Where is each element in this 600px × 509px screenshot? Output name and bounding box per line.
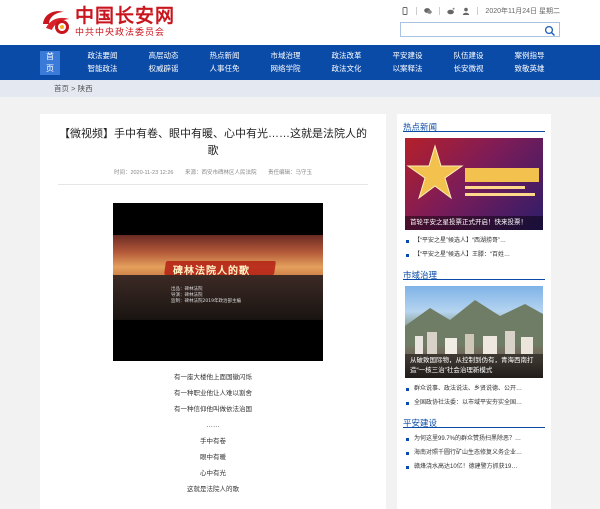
- nav-item-zhengfa-gaige[interactable]: 政法改革: [316, 51, 377, 61]
- site-logo[interactable]: 中国长安网 中共中央政法委员会: [40, 6, 175, 38]
- divider: [58, 184, 368, 185]
- city-governance-caption[interactable]: 从破致国际物，从控制到伪有，青海西南打造“一核三治”社会治理新模式: [405, 354, 543, 378]
- article-body: 有一座大楼他上面国徽闪烁 有一种职业他让人难以割舍 有一种信仰他叫做依法治国 ……: [40, 370, 386, 498]
- breadcrumb-separator: >: [71, 84, 76, 93]
- article-editor: 责任编辑：马守玉: [268, 170, 313, 176]
- nav-item-yian-shifa[interactable]: 以案释法: [377, 64, 438, 74]
- hot-news-list: 【“平安之星”候选人】“西湖捞哥”… 【“平安之星”候选人】王滕：“百姓…: [405, 234, 543, 262]
- city-governance-list: 群众说事、政法说法、乡贤说德、公开… 全国政协社法委：以市域平安夯实全国…: [405, 382, 543, 410]
- weibo-icon[interactable]: [447, 7, 456, 15]
- nav-item-zhengfa-yaowen[interactable]: 政法要闻: [72, 51, 133, 61]
- nav-item-renshi-renmian[interactable]: 人事任免: [194, 64, 255, 74]
- logo-title: 中国长安网: [75, 5, 176, 27]
- nav-item-pingan-jianshe[interactable]: 平安建设: [377, 51, 438, 61]
- article-panel: 【微视频】手中有卷、眼中有暖、心中有光……这就是法院人的歌 时间：2020-11…: [40, 114, 386, 509]
- nav-item-zhineng-zhengfa[interactable]: 智能政法: [72, 64, 133, 74]
- main-nav: 首 页 政法要闻 高层动态 热点新闻 市域治理 政法改革 平安建设 队伍建设 案…: [0, 45, 600, 80]
- body-line: 手中有卷: [200, 438, 226, 445]
- current-date: 2020年11月24日 星期二: [485, 8, 560, 15]
- logo-emblem-icon: [40, 6, 72, 38]
- nav-item-anli-zhidao[interactable]: 案例指导: [499, 51, 560, 61]
- article-title: 【微视频】手中有卷、眼中有暖、心中有光……这就是法院人的歌: [59, 128, 367, 157]
- list-item[interactable]: 赣烽浇水高达10亿！德建警方抓获19…: [405, 460, 543, 474]
- nav-item-zhengfa-wenhua[interactable]: 政法文化: [316, 64, 377, 74]
- list-item[interactable]: 全国政协社法委：以市域平安夯实全国…: [405, 396, 543, 410]
- sidebar-heading-city-governance[interactable]: 市域治理: [403, 262, 545, 280]
- video-credits: 出品：碑林法院 导演：碑林法院 监制：碑林法院2019年政治部主编: [171, 287, 241, 304]
- nav-home[interactable]: 首 页: [40, 51, 60, 75]
- nav-item-zhijing-yingxiong[interactable]: 致敬英雄: [499, 64, 560, 74]
- search-icon[interactable]: [544, 24, 556, 36]
- sidebar-heading-safety-building[interactable]: 平安建设: [403, 410, 545, 428]
- article-time: 时间：2020-11-23 12:26: [113, 170, 174, 176]
- list-item[interactable]: 群众说事、政法说法、乡贤说德、公开…: [405, 382, 543, 396]
- breadcrumb: 首页 > 陕西: [0, 80, 600, 97]
- nav-item-quanwei-piyao[interactable]: 权威辟谣: [133, 64, 194, 74]
- nav-item-changan-weishi[interactable]: 长安微视: [438, 64, 499, 74]
- video-banner-text: 碑林法院人的歌: [173, 266, 250, 277]
- body-line: 有一种职业他让人难以割舍: [174, 390, 252, 397]
- body-line: 眼中有暖: [200, 454, 226, 461]
- list-item[interactable]: 海南对照千圆行矿山生态修复义务企业…: [405, 446, 543, 460]
- body-line: 有一种信仰他叫做依法治国: [174, 406, 252, 413]
- sidebar: 热点新闻 首轮平安之星投票正式开启！快来投票！ 【“平安之星”候选人】“西湖捞哥…: [397, 114, 551, 509]
- article-source: 来源：西安市碑林区人民法院: [185, 170, 257, 176]
- list-item[interactable]: 为何这里99.7%的群众赞扬扫黑除恶？…: [405, 432, 543, 446]
- mobile-icon[interactable]: [401, 7, 409, 15]
- logo-subtitle: 中共中央政法委员会: [75, 27, 166, 37]
- site-header: 中国长安网 中共中央政法委员会 2020年11月24日 星期二: [0, 0, 600, 45]
- body-line: 这就是法院人的歌: [187, 486, 239, 493]
- breadcrumb-home[interactable]: 首页: [54, 84, 69, 93]
- nav-item-redian-xinwen[interactable]: 热点新闻: [194, 51, 255, 61]
- safety-building-list: 为何这里99.7%的群众赞扬扫黑除恶？… 海南对照千圆行矿山生态修复义务企业… …: [405, 432, 543, 474]
- hot-news-caption[interactable]: 首轮平安之星投票正式开启！快来投票！: [405, 216, 543, 230]
- nav-item-duiwu-jianshe[interactable]: 队伍建设: [438, 51, 499, 61]
- hot-news-thumbnail[interactable]: 首轮平安之星投票正式开启！快来投票！: [405, 138, 543, 230]
- list-item[interactable]: 【“平安之星”候选人】王滕：“百姓…: [405, 248, 543, 262]
- nav-links: 政法要闻 高层动态 热点新闻 市域治理 政法改革 平安建设 队伍建设 案例指导 …: [72, 51, 560, 74]
- top-toolbar: 2020年11月24日 星期二: [401, 6, 560, 16]
- breadcrumb-current[interactable]: 陕西: [78, 84, 93, 93]
- video-player[interactable]: 碑林法院人的歌 出品：碑林法院 导演：碑林法院 监制：碑林法院2019年政治部主…: [113, 203, 323, 361]
- wechat-icon[interactable]: [424, 7, 433, 15]
- nav-item-gaoceng-dongtai[interactable]: 高层动态: [133, 51, 194, 61]
- body-line: 心中有光: [200, 470, 226, 477]
- user-icon[interactable]: [462, 7, 470, 15]
- city-governance-thumbnail[interactable]: 从破致国际物，从控制到伪有，青海西南打造“一核三治”社会治理新模式: [405, 286, 543, 378]
- sidebar-heading-hot-news[interactable]: 热点新闻: [403, 114, 545, 132]
- nav-item-shiyu-zhili[interactable]: 市域治理: [255, 51, 316, 61]
- search-box[interactable]: [400, 22, 560, 37]
- article-meta: 时间：2020-11-23 12:26 来源：西安市碑林区人民法院 责任编辑：马…: [40, 168, 386, 176]
- body-line: ……: [206, 422, 220, 429]
- list-item[interactable]: 【“平安之星”候选人】“西湖捞哥”…: [405, 234, 543, 248]
- body-line: 有一座大楼他上面国徽闪烁: [174, 374, 252, 381]
- nav-item-wangluo-xueyuan[interactable]: 网络学院: [255, 64, 316, 74]
